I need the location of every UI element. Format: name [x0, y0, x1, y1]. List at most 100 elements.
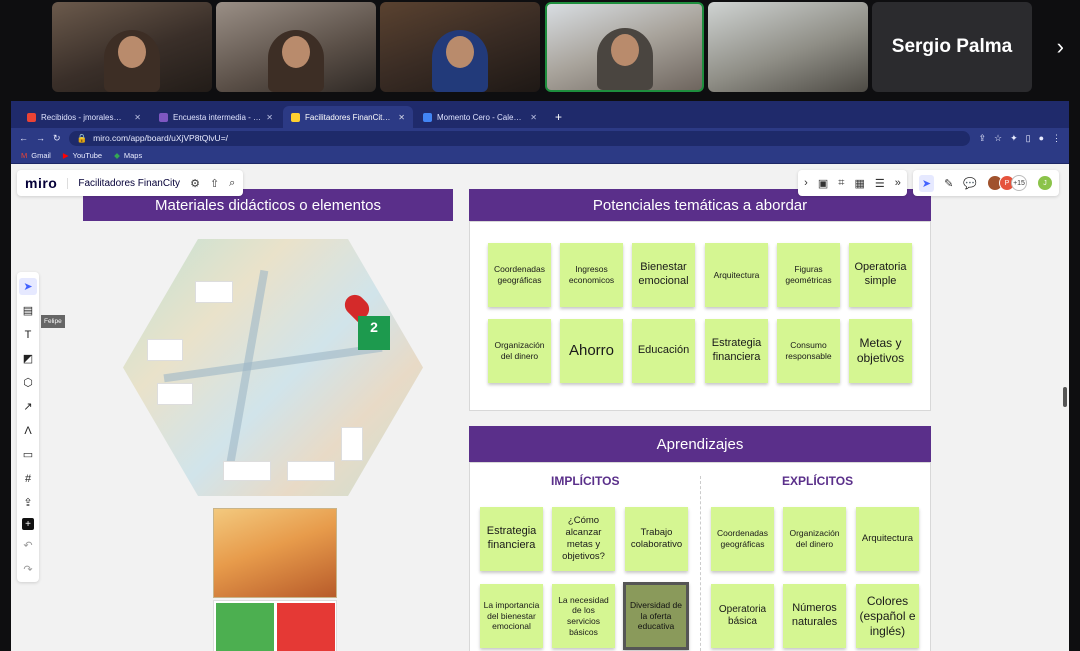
learning-frame-title[interactable]: Aprendizajes — [469, 426, 931, 462]
templates-icon[interactable]: ▤ — [23, 302, 33, 319]
back-icon[interactable]: ← — [19, 133, 28, 143]
browser-tab[interactable]: Encuesta intermedia - Formula ✕ — [151, 106, 281, 128]
undo-icon[interactable]: ↶ — [23, 537, 32, 554]
sticky-note[interactable]: Trabajo colaborativo — [625, 507, 688, 571]
tab-bar: Recibidos - jmorales@momento ✕ Encuesta i… — [11, 101, 1069, 128]
table-icon[interactable]: ▦ — [854, 177, 864, 190]
browser-tab-active[interactable]: Facilitadores FinanCity, Online ✕ — [283, 106, 413, 128]
participant-name-tile[interactable]: Sergio Palma — [872, 2, 1032, 92]
browser-tab[interactable]: Momento Cero - Calendar - Se ✕ — [415, 106, 545, 128]
apps-icon[interactable]: ▣ — [818, 177, 828, 190]
comments-icon[interactable]: 💬 — [963, 177, 977, 190]
presence-tools: ➤ ✎ 💬 P +15 J — [912, 170, 1059, 196]
export-icon[interactable]: ⇧ — [210, 177, 219, 190]
comment-icon[interactable]: ▭ — [23, 446, 33, 463]
add-icon[interactable]: + — [22, 518, 34, 530]
text-tool-icon[interactable]: T — [25, 326, 32, 343]
close-icon[interactable]: ✕ — [530, 113, 537, 122]
sticky-note[interactable]: Arquitectura — [705, 243, 768, 307]
sticky-note[interactable]: Consumo responsable — [777, 319, 840, 383]
star-icon[interactable]: ☆ — [994, 133, 1002, 144]
sticky-note[interactable]: La importancia del bienestar emocional — [480, 584, 543, 648]
cursor-follow-icon[interactable]: ➤ — [918, 174, 935, 192]
more-collaborators-badge: +15 — [1011, 175, 1027, 191]
participant-video[interactable] — [216, 2, 376, 92]
share-icon[interactable]: ⇪ — [978, 133, 986, 144]
upload-icon[interactable]: ⇪ — [23, 494, 32, 511]
sticky-note[interactable]: Figuras geométricas — [777, 243, 840, 307]
bookmark-gmail[interactable]: M Gmail — [21, 151, 51, 160]
video-call-strip: Sergio Palma › — [0, 0, 1080, 100]
url-text: miro.com/app/board/uXjVP8tQlvU=/ — [93, 133, 229, 143]
game-cards-image[interactable] — [213, 600, 337, 651]
chevron-right-icon[interactable]: › — [1057, 34, 1064, 60]
vertical-scrollbar[interactable] — [1063, 387, 1067, 407]
menu-icon[interactable]: ⋮ — [1052, 133, 1061, 144]
sticky-note[interactable]: Colores (español e inglés) — [856, 584, 919, 648]
sticky-note[interactable]: ¿Cómo alcanzar metas y objetivos? — [552, 507, 615, 571]
profile-avatar[interactable]: ● — [1039, 133, 1044, 143]
bookmark-label: Gmail — [31, 151, 51, 160]
collaborator-avatars[interactable]: P +15 — [987, 175, 1027, 191]
sticky-note[interactable]: Operatoria básica — [711, 584, 774, 648]
search-icon[interactable]: ⌕ — [229, 177, 235, 190]
pen-icon[interactable]: Λ — [24, 422, 31, 439]
frame-icon[interactable]: # — [25, 470, 31, 487]
sticky-note[interactable]: Coordenadas geográficas — [711, 507, 774, 571]
close-icon[interactable]: ✕ — [398, 113, 405, 122]
close-icon[interactable]: ✕ — [134, 113, 141, 122]
close-icon[interactable]: ✕ — [266, 113, 273, 122]
extensions-icon[interactable]: ✦ — [1010, 133, 1018, 144]
game-card-image[interactable] — [213, 508, 337, 598]
sticky-note[interactable]: Estrategia financiera — [705, 319, 768, 383]
sticky-note[interactable]: Bienestar emocional — [632, 243, 695, 307]
url-field[interactable]: 🔒 miro.com/app/board/uXjVP8tQlvU=/ — [68, 130, 971, 146]
miro-canvas[interactable]: miro Facilitadores FinanCity ⚙ ⇧ ⌕ › ▣ ⌗… — [11, 164, 1069, 651]
sticky-note[interactable]: Metas y objetivos — [849, 319, 912, 383]
tab-label: Facilitadores FinanCity, Online — [305, 112, 393, 122]
board-name[interactable]: Facilitadores FinanCity — [67, 177, 180, 189]
sticky-note-selected[interactable]: Diversidad de la oferta educativa — [623, 582, 689, 650]
bookmark-youtube[interactable]: ▶ YouTube — [63, 151, 102, 160]
reload-icon[interactable]: ↻ — [53, 133, 61, 144]
sticky-note[interactable]: Arquitectura — [856, 507, 919, 571]
sticky-note[interactable]: Números naturales — [783, 584, 846, 648]
sidepanel-icon[interactable]: ▯ — [1026, 133, 1031, 144]
browser-window: Recibidos - jmorales@momento ✕ Encuesta i… — [11, 101, 1069, 651]
notes-icon[interactable]: ☰ — [875, 177, 885, 190]
tab-label: Momento Cero - Calendar - Se — [437, 112, 525, 122]
redo-icon[interactable]: ↷ — [23, 561, 32, 578]
bookmark-maps[interactable]: ◆ Maps — [114, 151, 142, 160]
sticky-note[interactable]: Estrategia financiera — [480, 507, 543, 571]
sticky-note[interactable]: Educación — [632, 319, 695, 383]
miro-logo[interactable]: miro — [25, 175, 57, 191]
frames-icon[interactable]: ⌗ — [838, 177, 844, 190]
participant-video[interactable] — [380, 2, 540, 92]
select-tool-icon[interactable]: ➤ — [19, 278, 37, 295]
reactions-icon[interactable]: ✎ — [944, 177, 953, 190]
participant-video-active-speaker[interactable] — [545, 2, 704, 92]
sticky-note[interactable]: La necesidad de los servicios básicos — [552, 584, 615, 648]
collaborator-cursor-label: Felipe — [41, 315, 65, 328]
sticky-note[interactable]: Ingresos economicos — [560, 243, 623, 307]
more-icon[interactable]: » — [895, 177, 901, 189]
sticky-note[interactable]: Coordenadas geográficas — [488, 243, 551, 307]
connector-icon[interactable]: ↗ — [23, 398, 32, 415]
browser-tab[interactable]: Recibidos - jmorales@momento ✕ — [19, 106, 149, 128]
sticky-note[interactable]: Organización del dinero — [783, 507, 846, 571]
participant-video[interactable] — [708, 2, 868, 92]
avatar[interactable]: J — [1037, 175, 1053, 191]
forward-icon[interactable]: → — [36, 133, 45, 143]
chevron-right-icon[interactable]: › — [804, 177, 808, 189]
participant-video[interactable] — [52, 2, 212, 92]
sticky-note[interactable]: Organización del dinero — [488, 319, 551, 383]
new-tab-button[interactable]: + — [547, 110, 570, 128]
settings-icon[interactable]: ⚙ — [190, 177, 200, 190]
game-board-image[interactable] — [123, 239, 423, 496]
sticky-note[interactable]: Operatoria simple — [849, 243, 912, 307]
explicit-column-title: EXPLÍCITOS — [782, 474, 854, 488]
shapes-icon[interactable]: ⬡ — [23, 374, 33, 391]
sticky-note-icon[interactable]: ◩ — [23, 350, 33, 367]
sticky-note[interactable]: Ahorro — [560, 319, 623, 383]
card-red — [277, 603, 335, 651]
